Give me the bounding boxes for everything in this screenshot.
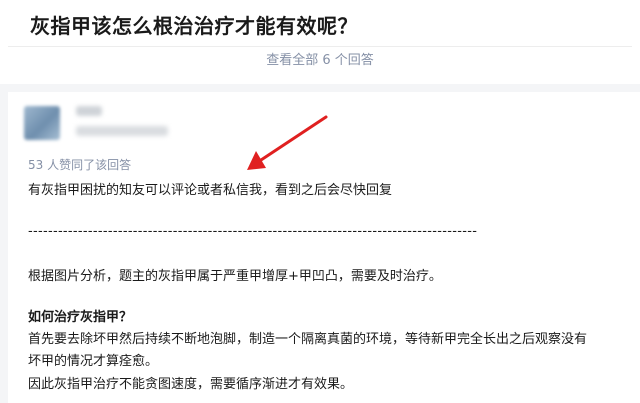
arrow-head-icon [247, 151, 266, 170]
arrow-shaft [256, 115, 328, 164]
red-arrow-annotation [247, 115, 328, 170]
